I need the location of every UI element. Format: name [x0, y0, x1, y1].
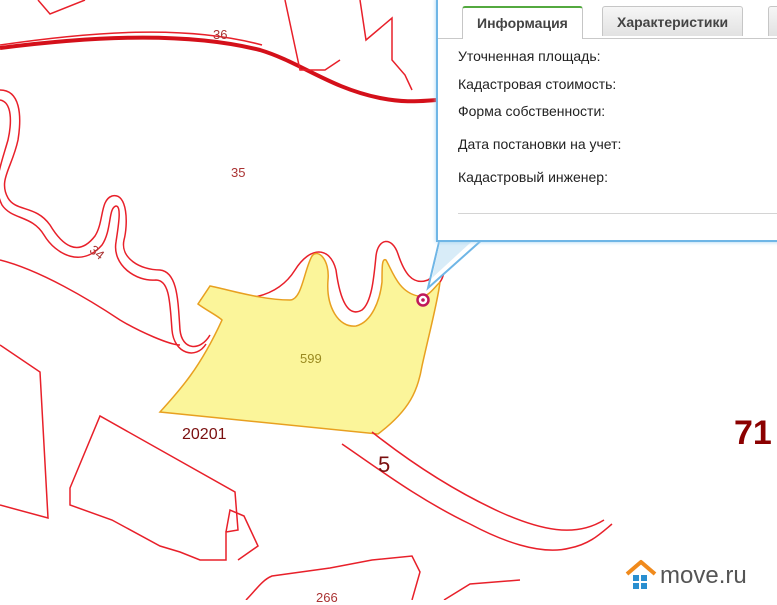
popup-separator	[458, 213, 777, 214]
field-refined-area: Уточненная площадь:	[458, 48, 601, 64]
field-cadastral-value: Кадастровая стоимость:	[458, 76, 617, 92]
popup-tab-bar: Информация Характеристики	[438, 0, 777, 39]
watermark-text: move.ru	[660, 562, 747, 589]
parcel-top-mid	[284, 0, 341, 71]
parcel-top-right	[359, 0, 413, 91]
label-block-71: 71	[734, 414, 772, 452]
parcel-bottom-right	[443, 579, 521, 600]
label-block-5: 5	[378, 452, 391, 477]
field-cadastral-engineer: Кадастровый инженер:	[458, 169, 608, 185]
parcel-lower-left-1	[0, 344, 49, 519]
boundary-left-low	[0, 259, 181, 346]
label-parcel-266: 266	[316, 590, 338, 605]
tab-information[interactable]: Информация	[462, 6, 583, 39]
label-quarter-20201: 20201	[182, 426, 227, 443]
parcel-diagonal-inner	[371, 431, 605, 531]
field-registration-date: Дата постановки на учет:	[458, 136, 622, 152]
boundary-winding-inner	[0, 99, 207, 354]
boundary-road-36	[0, 35, 441, 104]
parcel-lower-left-3	[225, 508, 259, 561]
location-marker-dot	[421, 298, 425, 302]
tab-characteristics[interactable]: Характеристики	[602, 6, 744, 36]
tab-more[interactable]	[768, 6, 777, 36]
parcel-info-popup: Информация Характеристики Уточненная пло…	[436, 0, 777, 242]
field-ownership-form: Форма собственности:	[458, 103, 606, 119]
parcel-top-left	[37, 0, 86, 15]
label-parcel-35: 35	[231, 165, 246, 180]
label-parcel-36: 36	[213, 27, 228, 42]
boundary-winding-outer	[0, 89, 211, 348]
house-logo-icon	[625, 560, 657, 589]
label-parcel-599: 599	[300, 351, 322, 366]
